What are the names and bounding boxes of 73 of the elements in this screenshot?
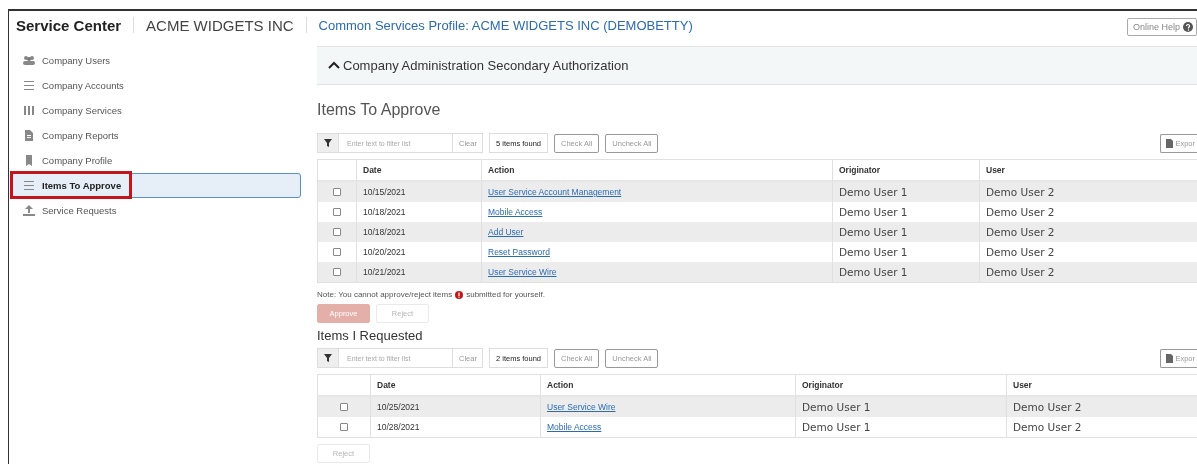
section-heading: Items To Approve xyxy=(317,101,442,119)
originator-cell: Demo User 1 xyxy=(839,186,908,198)
profile-title: Common Services Profile: ACME WIDGETS INC (DEMOBETTY) xyxy=(318,17,693,33)
sidebar-item[interactable]: Company Accounts xyxy=(10,73,301,98)
originator-cell: Demo User 1 xyxy=(839,246,908,258)
action-link[interactable]: Reset Password xyxy=(488,247,550,257)
column-header: User xyxy=(986,165,1005,175)
date-cell: 10/18/2021 xyxy=(363,227,406,237)
date-cell: 10/18/2021 xyxy=(363,207,406,217)
action-link[interactable]: Mobile Access xyxy=(488,207,543,217)
originator-cell: Demo User 1 xyxy=(802,401,871,413)
row-checkbox[interactable] xyxy=(333,188,341,196)
date-cell: 10/25/2021 xyxy=(377,402,420,412)
user-cell: Demo User 2 xyxy=(986,246,1055,258)
originator-cell: Demo User 1 xyxy=(802,421,871,433)
filter-icon xyxy=(324,139,332,147)
row-checkbox[interactable] xyxy=(333,268,341,276)
company-name: ACME WIDGETS INC xyxy=(146,16,294,34)
user-cell: Demo User 2 xyxy=(1013,421,1082,433)
sidebar-item[interactable]: Company Users xyxy=(10,48,301,73)
row-checkbox[interactable] xyxy=(340,423,348,431)
user-cell: Demo User 2 xyxy=(986,186,1055,198)
date-cell: 10/28/2021 xyxy=(377,422,420,432)
collapsible-panel[interactable]: Company Administration Secondary Authorization xyxy=(317,46,1197,85)
user-cell: Demo User 2 xyxy=(986,226,1055,238)
note-text: submitted for yourself. xyxy=(466,290,545,299)
column-header: Originator xyxy=(802,380,844,390)
user-cell: Demo User 2 xyxy=(1013,401,1082,413)
column-header: Date xyxy=(363,165,382,175)
date-cell: 10/20/2021 xyxy=(363,247,406,257)
caret-up-icon xyxy=(328,61,340,70)
upload-icon xyxy=(23,205,35,216)
row-checkbox[interactable] xyxy=(340,403,348,411)
list-icon xyxy=(23,180,35,191)
sidebar-item[interactable]: Company Reports xyxy=(10,123,301,148)
users-icon xyxy=(23,55,35,66)
action-link[interactable]: Add User xyxy=(488,227,524,237)
column-header: Action xyxy=(488,165,515,175)
row-checkbox[interactable] xyxy=(333,248,341,256)
action-link[interactable]: User Service Account Management xyxy=(488,187,622,197)
help-icon xyxy=(1183,22,1193,32)
user-cell: Demo User 2 xyxy=(986,266,1055,278)
sidebar-item[interactable]: Company Profile xyxy=(10,148,301,173)
sidebar-item[interactable]: Service Requests xyxy=(10,198,301,223)
document-icon xyxy=(1166,138,1174,148)
action-link[interactable]: User Service Wire xyxy=(488,267,557,277)
action-link[interactable]: User Service Wire xyxy=(547,402,616,412)
row-checkbox[interactable] xyxy=(333,208,341,216)
column-header: Date xyxy=(377,380,396,390)
originator-cell: Demo User 1 xyxy=(839,226,908,238)
warning-icon xyxy=(455,290,464,299)
originator-cell: Demo User 1 xyxy=(839,266,908,278)
sidebar-item[interactable]: Items To Approve xyxy=(10,173,301,198)
bookmark-icon xyxy=(23,155,35,166)
column-header: Action xyxy=(547,380,574,390)
column-header: User xyxy=(1013,380,1032,390)
document-icon xyxy=(23,130,35,141)
sidebar-item[interactable]: Company Services xyxy=(10,98,301,123)
help-button[interactable]: Online Help xyxy=(1126,18,1197,36)
app-title: Service Center xyxy=(16,16,122,34)
date-cell: 10/15/2021 xyxy=(363,187,406,197)
section-heading: Items I Requested xyxy=(317,328,424,343)
user-cell: Demo User 2 xyxy=(986,206,1055,218)
note-text: Note: You cannot approve/reject items xyxy=(317,290,453,299)
columns-icon xyxy=(23,105,35,116)
document-icon xyxy=(1166,353,1174,363)
column-header: Originator xyxy=(839,165,881,175)
date-cell: 10/21/2021 xyxy=(363,267,406,277)
row-checkbox[interactable] xyxy=(333,228,341,236)
originator-cell: Demo User 1 xyxy=(839,206,908,218)
filter-icon xyxy=(324,354,332,362)
action-link[interactable]: Mobile Access xyxy=(547,422,602,432)
list-icon xyxy=(23,80,35,91)
